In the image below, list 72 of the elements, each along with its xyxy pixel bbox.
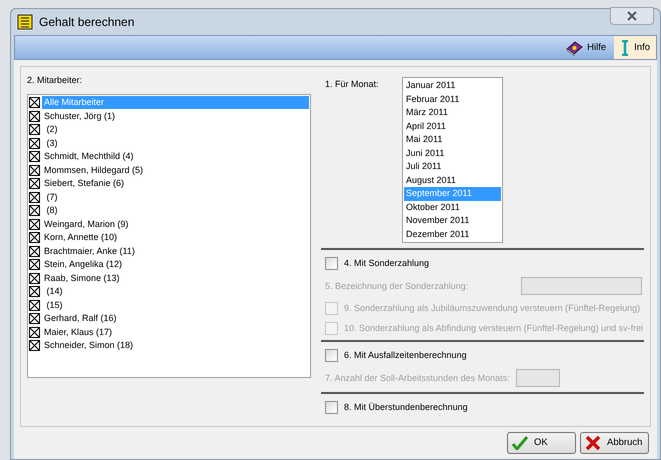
close-icon [627, 11, 637, 22]
checkbox[interactable] [325, 257, 338, 270]
list-item[interactable]: Maier, Klaus (17) [42, 326, 309, 339]
checkbox-label: 10. Sonderzahlung als Abfindung versteuern (Fünftel-Regelung) und sv-frei [344, 323, 644, 334]
toolbar-button[interactable]: Info [614, 36, 656, 59]
checkbox[interactable] [29, 300, 40, 311]
list-item[interactable]: Weingard, Marion (9) [42, 218, 309, 231]
list-item[interactable]: Raab, Simone (13) [42, 272, 309, 285]
close-button[interactable] [610, 7, 654, 25]
list-item[interactable]: Mai 2011 [404, 133, 501, 146]
checkbox[interactable] [29, 124, 40, 136]
list-item[interactable]: April 2011 [404, 120, 501, 133]
checkbox[interactable] [29, 218, 40, 230]
field-label: 5. Bezeichnung der Sonderzahlung: [325, 280, 470, 292]
checkbox-label: 4. Mit Sonderzahlung [344, 258, 430, 269]
field-label: 7. Anzahl der Soll-Arbeitsstunden des Monats: [325, 372, 510, 384]
checkbox[interactable] [29, 192, 40, 203]
checkbox[interactable] [29, 110, 40, 122]
list-item[interactable]: Schmidt, Mechthild (4) [42, 150, 309, 164]
checkbox[interactable] [29, 340, 40, 352]
list-item[interactable]: (2) [42, 123, 309, 136]
toolbar-button[interactable]: Hilfe [559, 36, 612, 59]
checkbox[interactable] [29, 164, 40, 176]
checkmark-icon [512, 436, 528, 450]
checkbox[interactable] [29, 138, 40, 149]
list-item[interactable]: Oktober 2011 [404, 200, 501, 214]
checkbox[interactable] [29, 151, 40, 162]
checkbox[interactable] [325, 401, 338, 414]
checkbox[interactable] [29, 205, 40, 216]
list-item[interactable]: (14) [42, 285, 309, 298]
list-item[interactable]: Gerhard, Ralf (16) [42, 312, 309, 326]
list-item[interactable]: Siebert, Stefanie (6) [42, 177, 309, 190]
ok-button[interactable]: OK [507, 432, 576, 454]
help-book-icon [565, 40, 584, 56]
list-item[interactable]: Schneider, Simon (18) [42, 339, 309, 352]
cancel-button[interactable]: Abbruch [580, 432, 649, 454]
list-item[interactable]: Juli 2011 [404, 160, 501, 174]
list-item[interactable]: (7) [42, 190, 309, 204]
list-item[interactable]: März 2011 [404, 106, 501, 120]
list-item[interactable]: (3) [42, 136, 309, 150]
checkbox-label: 9. Sonderzahlung als Jubiläumszuwendung versteuern (Fünftel-Regelung) [344, 303, 640, 314]
list-item[interactable]: August 2011 [404, 174, 501, 187]
employees-label: 2. Mitarbeiter: [27, 75, 84, 86]
list-item[interactable]: November 2011 [404, 214, 501, 228]
list-item[interactable]: Brachtmaier, Anke (11) [42, 244, 309, 258]
checkbox[interactable] [325, 349, 338, 362]
checkbox[interactable] [29, 97, 40, 108]
list-item[interactable]: (15) [42, 298, 309, 312]
checkbox[interactable] [29, 313, 40, 324]
checkbox[interactable] [29, 232, 40, 244]
list-item[interactable]: Mommsen, Hildegard (5) [42, 164, 309, 177]
list-item[interactable]: Korn, Annette (10) [42, 231, 309, 244]
checkbox[interactable] [29, 178, 40, 190]
list-item[interactable]: (8) [42, 204, 309, 218]
list-item[interactable]: Stein, Angelika (12) [42, 258, 309, 272]
list-item[interactable]: Januar 2011 [404, 79, 501, 92]
list-item[interactable]: Dezember 2011 [404, 228, 501, 241]
window-title: Gehalt berechnen [39, 14, 134, 30]
list-item[interactable]: Februar 2011 [404, 92, 501, 106]
checkbox-label: 8. Mit Überstundenberechnung [344, 402, 468, 413]
month-label: 1. Für Monat: [325, 78, 380, 91]
checkbox[interactable] [29, 326, 40, 338]
cross-icon [585, 435, 601, 451]
checkbox-label: 6. Mit Ausfallzeitenberechnung [344, 350, 467, 361]
checkbox[interactable] [29, 286, 40, 298]
checkbox[interactable] [29, 272, 40, 284]
calculator-icon [17, 14, 33, 30]
list-item[interactable]: Schuster, Jörg (1) [42, 110, 309, 123]
text-cursor-icon [620, 40, 630, 56]
list-item[interactable]: Juni 2011 [404, 146, 501, 160]
checkbox[interactable] [29, 259, 40, 270]
checkbox[interactable] [29, 246, 40, 257]
